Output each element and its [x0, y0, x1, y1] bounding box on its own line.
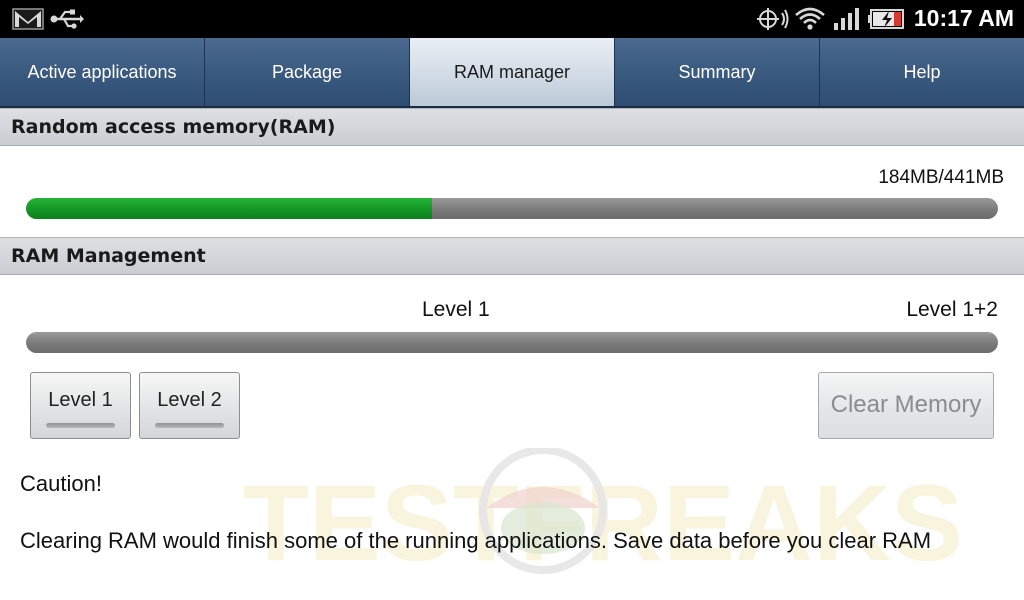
gps-icon [757, 8, 789, 30]
ram-usage-bar [26, 198, 998, 219]
ram-usage-fill [26, 198, 432, 219]
level2-button-label: Level 2 [157, 389, 222, 411]
level2-button[interactable]: Level 2 [139, 372, 240, 439]
signal-icon [834, 8, 859, 30]
testfreaks-watermark: TESTFREAKS [243, 448, 963, 578]
tab-ram-manager[interactable]: RAM manager [410, 38, 615, 106]
clear-memory-button[interactable]: Clear Memory [818, 372, 994, 439]
tab-package[interactable]: Package [205, 38, 410, 106]
level12-marker-label: Level 1+2 [906, 298, 998, 321]
ram-usage-text: 184MB/441MB [878, 167, 1004, 188]
clear-memory-button-label: Clear Memory [830, 391, 982, 418]
level1-button-label: Level 1 [48, 389, 113, 411]
tab-summary[interactable]: Summary [615, 38, 820, 106]
wifi-icon [795, 7, 825, 30]
tab-active-applications[interactable]: Active applications [0, 38, 205, 106]
clear-level-bar [26, 332, 998, 353]
ram-section-header: Random access memory(RAM) [0, 108, 1024, 146]
caution-text: Clearing RAM would finish some of the ru… [20, 528, 932, 553]
battery-charging-icon [868, 9, 904, 29]
tab-bar: Active applications Package RAM manager … [0, 38, 1024, 108]
gmail-icon [12, 8, 44, 30]
level1-indicator [46, 423, 115, 428]
status-bar: 10:17 AM [0, 0, 1024, 38]
level2-indicator [155, 423, 224, 428]
level1-button[interactable]: Level 1 [30, 372, 131, 439]
clock: 10:17 AM [913, 5, 1014, 31]
usb-icon [50, 9, 84, 29]
ram-management-header: RAM Management [0, 237, 1024, 275]
level1-marker-label: Level 1 [422, 298, 490, 321]
tab-help[interactable]: Help [820, 38, 1024, 106]
caution-title: Caution! [20, 471, 102, 496]
